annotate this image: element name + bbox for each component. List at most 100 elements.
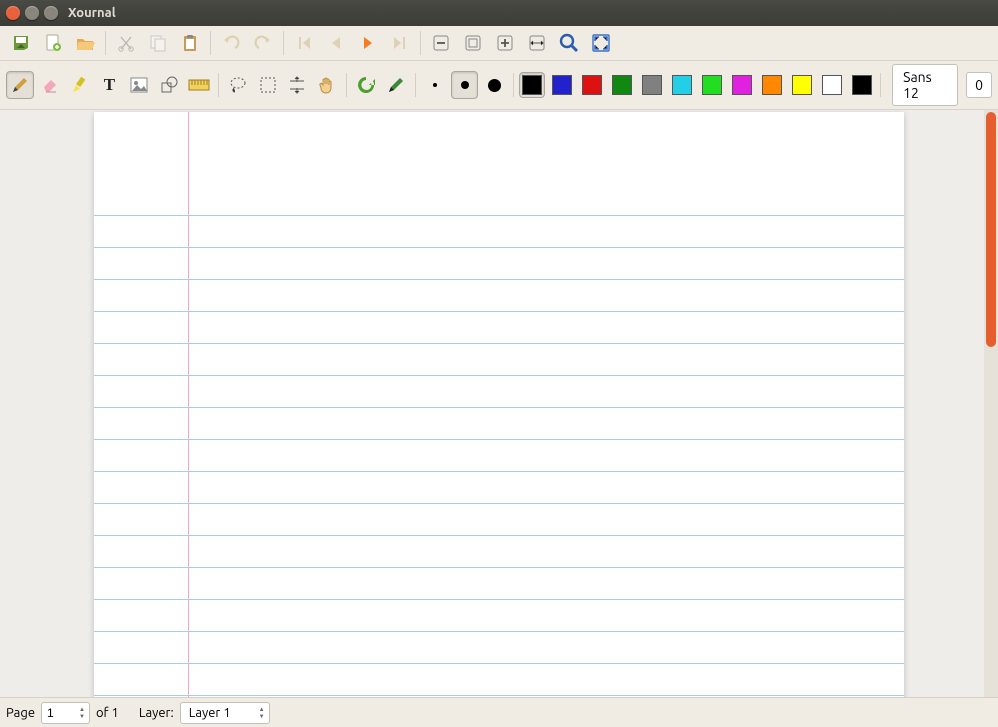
font-selector[interactable]: Sans 12 [892, 64, 958, 106]
page-number-input[interactable]: ▲▼ [41, 702, 90, 724]
stroke-width-box[interactable]: 0 [966, 72, 992, 98]
next-page-icon [358, 33, 378, 53]
thickness-large[interactable] [480, 71, 508, 99]
chevron-updown-icon: ▲▼ [259, 706, 265, 720]
color-black[interactable] [519, 72, 545, 98]
color-blue[interactable] [549, 72, 575, 98]
image-tool[interactable] [125, 71, 153, 99]
fullscreen-button[interactable] [586, 29, 616, 57]
swatch-gray [642, 75, 662, 95]
text-icon: T [104, 75, 115, 95]
highlighter-tool[interactable] [66, 71, 94, 99]
cut-button[interactable] [111, 29, 141, 57]
layer-selected-value: Layer 1 [189, 706, 231, 720]
rect-select[interactable] [254, 71, 282, 99]
eraser-icon [40, 75, 60, 95]
ruler-tool[interactable] [185, 71, 213, 99]
thickness-medium[interactable] [451, 71, 479, 99]
color-lime[interactable] [699, 72, 725, 98]
zoom-fit-button[interactable] [458, 29, 488, 57]
vertical-space-tool[interactable] [284, 71, 312, 99]
zoom-out-icon [432, 34, 450, 52]
hand-tool[interactable] [313, 71, 341, 99]
undo-button[interactable] [216, 29, 246, 57]
page-number-field[interactable] [47, 706, 75, 720]
color-orange[interactable] [759, 72, 785, 98]
vertical-scrollbar[interactable] [984, 110, 998, 697]
shapes-icon [159, 75, 179, 95]
last-page-icon [390, 33, 410, 53]
thickness-small[interactable] [421, 71, 449, 99]
open-button[interactable] [70, 29, 100, 57]
separator [415, 73, 416, 97]
undo-icon [221, 33, 241, 53]
save-icon [11, 33, 31, 53]
swatch-black [522, 75, 542, 95]
lasso-select[interactable] [224, 71, 252, 99]
first-page-button[interactable] [289, 29, 319, 57]
paste-icon [180, 33, 200, 53]
shape-recognizer[interactable] [352, 71, 380, 99]
color-gray[interactable] [639, 72, 665, 98]
highlighter-icon [70, 75, 90, 95]
copy-icon [148, 33, 168, 53]
copy-button[interactable] [143, 29, 173, 57]
open-folder-icon [75, 33, 95, 53]
last-page-button[interactable] [385, 29, 415, 57]
window-controls [6, 6, 58, 20]
redo-button[interactable] [248, 29, 278, 57]
color-palette [519, 72, 875, 98]
text-tool[interactable]: T [96, 71, 124, 99]
next-page-button[interactable] [353, 29, 383, 57]
zoom-width-button[interactable] [522, 29, 552, 57]
shape-recognizer-icon [356, 75, 376, 95]
close-button[interactable] [6, 6, 20, 20]
scrollbar-thumb[interactable] [986, 112, 996, 347]
minimize-button[interactable] [25, 6, 39, 20]
page-paper[interactable] [94, 112, 904, 697]
image-icon [129, 75, 149, 95]
swatch-red [582, 75, 602, 95]
new-doc-button[interactable] [38, 29, 68, 57]
separator [513, 73, 514, 97]
color-cyan[interactable] [669, 72, 695, 98]
window-title: Xournal [68, 6, 116, 20]
zoom-fit-icon [464, 34, 482, 52]
zoom-out-button[interactable] [426, 29, 456, 57]
save-button[interactable] [6, 29, 36, 57]
page-spin-buttons[interactable]: ▲▼ [77, 706, 87, 720]
swatch-cyan [672, 75, 692, 95]
swatch-orange [762, 75, 782, 95]
pen-icon [10, 75, 30, 95]
color-color-b[interactable] [849, 72, 875, 98]
swatch-green [612, 75, 632, 95]
magnifier-icon [558, 32, 580, 54]
prev-page-icon [326, 33, 346, 53]
font-label: Sans 12 [903, 69, 932, 101]
color-green[interactable] [609, 72, 635, 98]
new-doc-icon [43, 33, 63, 53]
eraser-tool[interactable] [36, 71, 64, 99]
color-red[interactable] [579, 72, 605, 98]
pen-options[interactable] [382, 71, 410, 99]
prev-page-button[interactable] [321, 29, 351, 57]
separator [880, 73, 881, 97]
zoom-in-button[interactable] [490, 29, 520, 57]
color-white[interactable] [819, 72, 845, 98]
separator [218, 73, 219, 97]
color-yellow[interactable] [789, 72, 815, 98]
color-magenta[interactable] [729, 72, 755, 98]
pen-tool[interactable] [6, 71, 34, 99]
pen-options-icon [386, 75, 406, 95]
maximize-button[interactable] [44, 6, 58, 20]
zoom-tool-button[interactable] [554, 29, 584, 57]
ruler-icon [188, 78, 210, 92]
swatch-white [822, 75, 842, 95]
redo-icon [253, 33, 273, 53]
separator [283, 31, 284, 55]
paste-button[interactable] [175, 29, 205, 57]
layer-select[interactable]: Layer 1 ▲▼ [180, 702, 270, 724]
canvas-area[interactable] [0, 110, 998, 697]
shapes-tool[interactable] [155, 71, 183, 99]
zoom-width-icon [528, 34, 546, 52]
